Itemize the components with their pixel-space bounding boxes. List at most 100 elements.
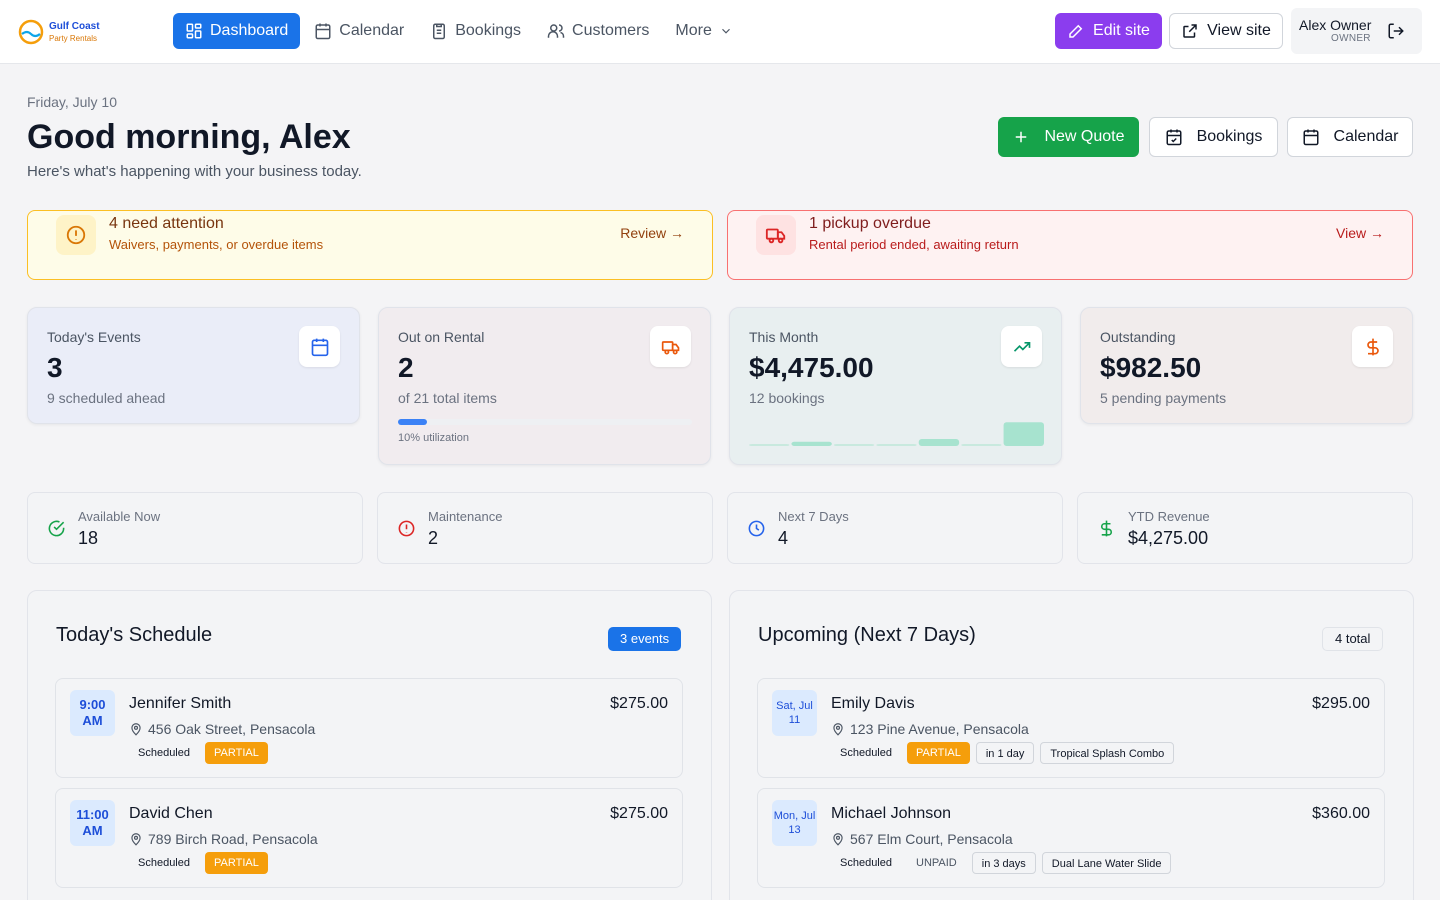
nav-label: Customers	[572, 22, 650, 39]
brand-name: Gulf Coast	[49, 21, 100, 32]
status-tags: Scheduled UNPAID in 3 days Dual Lane Wat…	[831, 852, 1172, 874]
bookings-label: Bookings	[1196, 128, 1263, 145]
nav-more[interactable]: More	[663, 13, 744, 49]
address-text: 123 Pine Avenue, Pensacola	[850, 721, 1029, 737]
view-overdue-link[interactable]: View →	[1336, 225, 1384, 241]
alert-description: Rental period ended, awaiting return	[809, 237, 1019, 252]
stat-label: Today's Events	[47, 329, 141, 345]
event-time: 11:00 AM	[70, 800, 115, 846]
sparkline-bar	[749, 444, 790, 446]
event-time: 9:00 AM	[70, 690, 115, 736]
brand-tagline: Party Rentals	[49, 34, 98, 43]
stat-this-month[interactable]: This Month $4,475.00 12 bookings	[729, 307, 1062, 465]
alert-circle-icon	[66, 225, 86, 245]
schedule-item[interactable]: 11:00 AM David Chen $275.00 789 Birch Ro…	[55, 788, 683, 888]
event-address: 456 Oak Street, Pensacola	[129, 721, 315, 737]
sun-wave-icon	[18, 19, 44, 45]
stat-label: This Month	[749, 329, 819, 345]
customer-name: Emily Davis	[831, 695, 915, 712]
stat-outstanding[interactable]: Outstanding $982.50 5 pending payments	[1080, 307, 1413, 424]
sparkline-bar	[1003, 422, 1044, 446]
nav-label: Calendar	[339, 22, 405, 39]
nav-dashboard[interactable]: Dashboard	[173, 13, 301, 49]
sparkline-bar	[918, 439, 960, 446]
view-site-label: View site	[1207, 22, 1271, 39]
stat-icon-box	[1352, 326, 1393, 367]
payment-badge: PARTIAL	[205, 742, 268, 764]
stat-today-events[interactable]: Today's Events 3 9 scheduled ahead	[27, 307, 360, 424]
customer-name: David Chen	[129, 805, 213, 822]
event-address: 123 Pine Avenue, Pensacola	[831, 721, 1029, 737]
edit-site-label: Edit site	[1093, 22, 1150, 39]
stat-value: 3	[47, 352, 63, 383]
view-site-button[interactable]: View site	[1169, 13, 1283, 49]
trending-up-icon	[1013, 341, 1030, 352]
pickup-overdue-alert: 1 pickup overdue Rental period ended, aw…	[727, 210, 1413, 280]
alert-icon-box	[56, 215, 96, 255]
users-icon	[547, 24, 565, 38]
main-nav: Dashboard Calendar Bookings Customers Mo…	[173, 13, 747, 49]
events-count-badge: 3 events	[608, 627, 682, 651]
upcoming-item[interactable]: Sat, Jul 11 Emily Davis $295.00 123 Pine…	[757, 678, 1385, 778]
mini-next-7-days[interactable]: Next 7 Days 4	[727, 492, 1063, 564]
address-text: 789 Birch Road, Pensacola	[148, 831, 318, 847]
edit-site-button[interactable]: Edit site	[1055, 13, 1162, 49]
alert-circle-icon	[398, 520, 415, 537]
status-tags: Scheduled PARTIAL	[129, 742, 268, 764]
relative-day-badge: in 1 day	[975, 742, 1035, 764]
nav-customers[interactable]: Customers	[535, 13, 661, 49]
event-date: Mon, Jul 13	[772, 800, 817, 846]
stat-value: $982.50	[1100, 352, 1202, 383]
sparkline-bar	[876, 444, 917, 446]
new-quote-label: New Quote	[1044, 128, 1125, 145]
rental-item-badge: Dual Lane Water Slide	[1041, 852, 1172, 874]
alert-title: 1 pickup overdue	[809, 215, 931, 232]
chevron-down-icon	[721, 28, 730, 34]
dashboard-icon	[186, 23, 202, 39]
brand-logo[interactable]: Gulf Coast Party Rentals	[18, 16, 118, 48]
customer-name: Michael Johnson	[831, 805, 952, 822]
mini-label: YTD Revenue	[1128, 509, 1210, 524]
bookings-button[interactable]: Bookings	[1149, 117, 1278, 157]
clock-icon	[748, 520, 765, 537]
mini-available-now[interactable]: Available Now 18	[27, 492, 363, 564]
booking-amount: $275.00	[610, 695, 668, 712]
status-badge: Scheduled	[831, 852, 901, 874]
payment-badge: PARTIAL	[907, 742, 970, 764]
todays-schedule-panel: Today's Schedule 3 events 9:00 AM Jennif…	[27, 590, 712, 900]
review-link[interactable]: Review →	[620, 225, 684, 241]
new-quote-button[interactable]: New Quote	[998, 117, 1139, 157]
page-title: Good morning, Alex	[27, 118, 351, 156]
nav-bookings[interactable]: Bookings	[418, 13, 533, 49]
upcoming-item[interactable]: Mon, Jul 13 Michael Johnson $360.00 567 …	[757, 788, 1385, 888]
schedule-item[interactable]: 9:00 AM Jennifer Smith $275.00 456 Oak S…	[55, 678, 683, 778]
mini-maintenance[interactable]: Maintenance 2	[377, 492, 713, 564]
mini-label: Available Now	[78, 509, 161, 524]
status-badge: Scheduled	[129, 742, 199, 764]
alert-title: 4 need attention	[109, 215, 224, 232]
stat-note: 5 pending payments	[1100, 390, 1227, 406]
utilization-fill	[398, 419, 428, 425]
logout-icon[interactable]	[1387, 22, 1405, 40]
stat-label: Outstanding	[1100, 329, 1176, 345]
stat-out-on-rental[interactable]: Out on Rental 2 of 21 total items 10% ut…	[378, 307, 711, 465]
mini-ytd-revenue[interactable]: YTD Revenue $4,275.00	[1077, 492, 1413, 564]
calendar-label: Calendar	[1333, 128, 1399, 145]
user-role: OWNER	[1331, 33, 1371, 44]
booking-amount: $275.00	[610, 805, 668, 822]
check-circle-icon	[48, 520, 65, 537]
nav-calendar[interactable]: Calendar	[302, 13, 416, 49]
status-tags: Scheduled PARTIAL in 1 day Tropical Spla…	[831, 742, 1175, 764]
sparkline-bar	[833, 444, 875, 446]
stat-value: 2	[398, 352, 414, 383]
calendar-check-icon	[1166, 129, 1182, 146]
nav-label: Dashboard	[210, 22, 289, 39]
calendar-button[interactable]: Calendar	[1287, 117, 1413, 157]
stat-note: 9 scheduled ahead	[47, 390, 166, 406]
booking-amount: $295.00	[1312, 695, 1370, 712]
payment-badge: PARTIAL	[205, 852, 268, 874]
current-date: Friday, July 10	[27, 94, 117, 110]
stat-note: 12 bookings	[749, 390, 825, 406]
panel-title: Upcoming (Next 7 Days)	[758, 624, 976, 646]
payment-badge: UNPAID	[907, 852, 966, 874]
